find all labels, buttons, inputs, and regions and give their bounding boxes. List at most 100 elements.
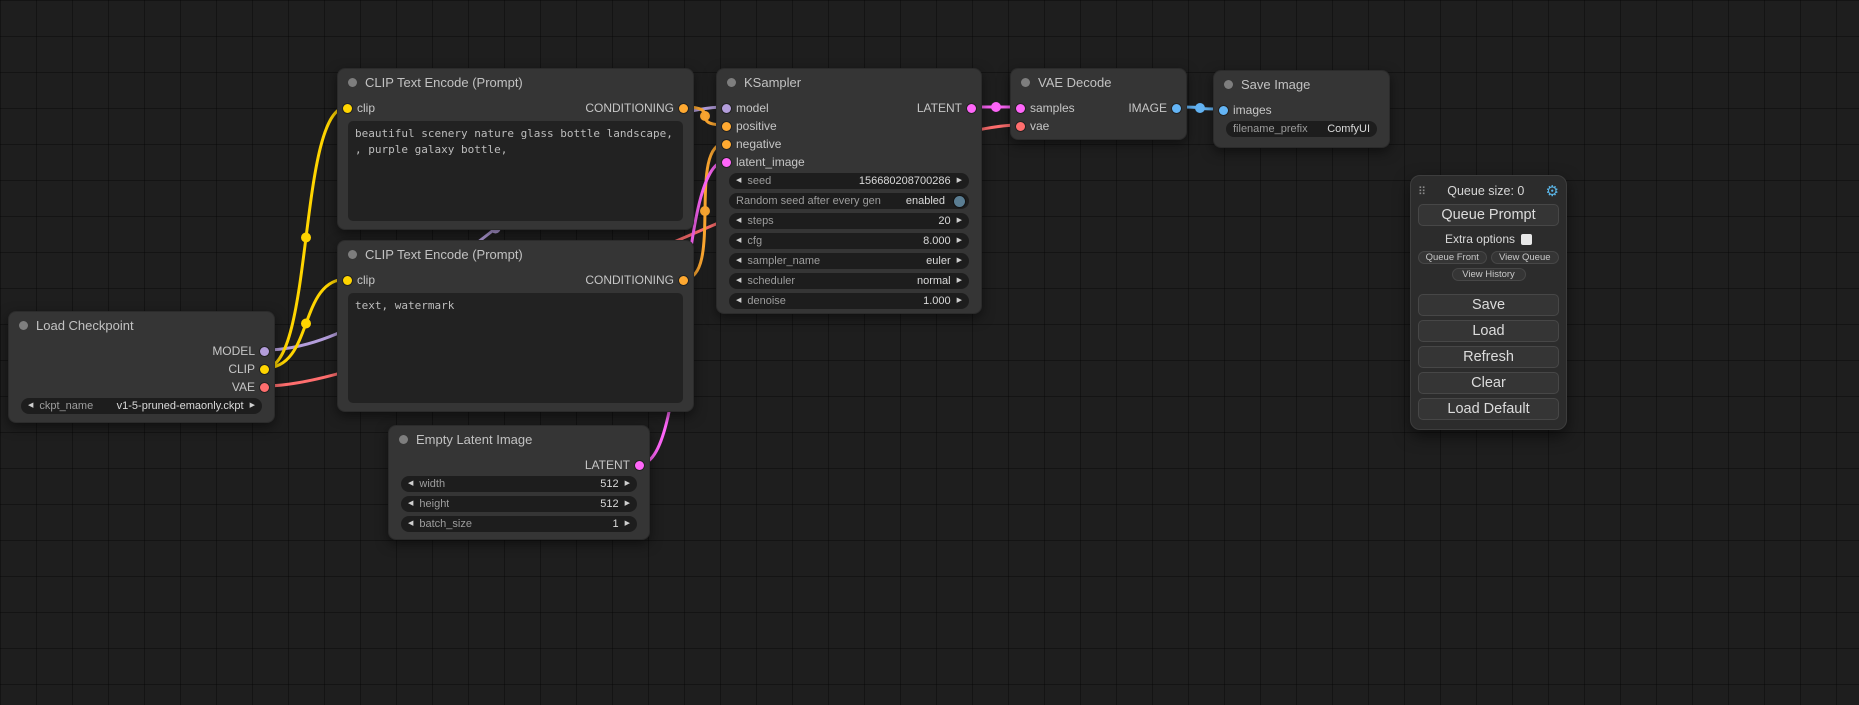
increment-arrow-icon[interactable]: ▶	[957, 273, 962, 289]
decrement-arrow-icon[interactable]: ◀	[736, 273, 741, 289]
decrement-arrow-icon[interactable]: ◀	[736, 293, 741, 309]
input-port-images[interactable]	[1219, 106, 1228, 115]
node-clip_positive: CLIP Text Encode (Prompt) clipCONDITIONIN…	[337, 68, 694, 230]
node-titlebar[interactable]: Empty Latent Image	[389, 426, 649, 452]
decrement-arrow-icon[interactable]: ◀	[408, 516, 413, 532]
increment-arrow-icon[interactable]: ▶	[957, 233, 962, 249]
output-port-MODEL[interactable]	[260, 347, 269, 356]
collapse-dot-icon[interactable]	[348, 78, 357, 87]
load-button[interactable]: Load	[1418, 320, 1559, 342]
node-titlebar[interactable]: VAE Decode	[1011, 69, 1186, 95]
widget-label: height	[419, 498, 449, 510]
widget-sampler_name[interactable]: ◀sampler_nameeuler▶	[729, 253, 969, 269]
input-port-clip[interactable]	[343, 104, 352, 113]
queue-size-label: Queue size: 0	[1426, 184, 1545, 198]
drag-handle-icon[interactable]: ⠿	[1418, 185, 1426, 198]
node-title: KSampler	[744, 75, 801, 90]
node-titlebar[interactable]: Load Checkpoint	[9, 312, 274, 338]
decrement-arrow-icon[interactable]: ◀	[408, 476, 413, 492]
toggle-knob[interactable]	[954, 196, 965, 207]
settings-gear-icon[interactable]: ⚙	[1546, 184, 1559, 199]
extra-options-checkbox[interactable]	[1521, 234, 1532, 245]
prompt-textarea[interactable]: beautiful scenery nature glass bottle la…	[348, 121, 683, 221]
increment-arrow-icon[interactable]: ▶	[957, 213, 962, 229]
increment-arrow-icon[interactable]: ▶	[625, 516, 630, 532]
widget-value: 8.000	[923, 235, 951, 247]
decrement-arrow-icon[interactable]: ◀	[28, 398, 33, 414]
slot-row: clipCONDITIONING	[338, 99, 693, 117]
node-titlebar[interactable]: CLIP Text Encode (Prompt)	[338, 241, 693, 267]
output-port-LATENT[interactable]	[635, 461, 644, 470]
output-port-LATENT[interactable]	[967, 104, 976, 113]
decrement-arrow-icon[interactable]: ◀	[736, 233, 741, 249]
node-titlebar[interactable]: CLIP Text Encode (Prompt)	[338, 69, 693, 95]
slot-row: MODEL	[9, 342, 274, 360]
widget-value: v1-5-pruned-emaonly.ckpt	[117, 400, 244, 412]
widget-value: 20	[938, 215, 950, 227]
node-title: VAE Decode	[1038, 75, 1111, 90]
widget-filename_prefix[interactable]: filename_prefixComfyUI	[1226, 121, 1377, 137]
decrement-arrow-icon[interactable]: ◀	[408, 496, 413, 512]
increment-arrow-icon[interactable]: ▶	[250, 398, 255, 414]
node-titlebar[interactable]: Save Image	[1214, 71, 1389, 97]
view-history-button[interactable]: View History	[1452, 268, 1526, 281]
clear-button[interactable]: Clear	[1418, 372, 1559, 394]
widget-width[interactable]: ◀width512▶	[401, 476, 637, 492]
collapse-dot-icon[interactable]	[727, 78, 736, 87]
prompt-textarea[interactable]: text, watermark	[348, 293, 683, 403]
load-default-button[interactable]: Load Default	[1418, 398, 1559, 420]
input-port-vae[interactable]	[1016, 122, 1025, 131]
decrement-arrow-icon[interactable]: ◀	[736, 253, 741, 269]
link-midpoint-dot	[301, 319, 311, 329]
node-save_image: Save Imageimagesfilename_prefixComfyUI	[1213, 70, 1390, 148]
output-port-VAE[interactable]	[260, 383, 269, 392]
input-port-latent_image[interactable]	[722, 158, 731, 167]
node-title: Save Image	[1241, 77, 1310, 92]
collapse-dot-icon[interactable]	[1224, 80, 1233, 89]
widget-seed[interactable]: ◀seed156680208700286▶	[729, 173, 969, 189]
increment-arrow-icon[interactable]: ▶	[957, 293, 962, 309]
collapse-dot-icon[interactable]	[348, 250, 357, 259]
decrement-arrow-icon[interactable]: ◀	[736, 213, 741, 229]
slot-row: vae	[1011, 117, 1186, 135]
widget-value: 512	[600, 498, 618, 510]
collapse-dot-icon[interactable]	[1021, 78, 1030, 87]
queue-front-button[interactable]: Queue Front	[1418, 251, 1487, 264]
widget-random-seed-after-every-gen[interactable]: Random seed after every genenabled	[729, 193, 969, 209]
output-port-CONDITIONING[interactable]	[679, 104, 688, 113]
refresh-button[interactable]: Refresh	[1418, 346, 1559, 368]
collapse-dot-icon[interactable]	[399, 435, 408, 444]
node-title: CLIP Text Encode (Prompt)	[365, 247, 523, 262]
widget-label: width	[419, 478, 445, 490]
collapse-dot-icon[interactable]	[19, 321, 28, 330]
input-port-positive[interactable]	[722, 122, 731, 131]
output-port-CLIP[interactable]	[260, 365, 269, 374]
node-canvas[interactable]: ⠿ Queue size: 0 ⚙ Queue Prompt Extra opt…	[0, 0, 1859, 705]
widget-batch_size[interactable]: ◀batch_size1▶	[401, 516, 637, 532]
output-port-IMAGE[interactable]	[1172, 104, 1181, 113]
view-queue-button[interactable]: View Queue	[1491, 251, 1560, 264]
widget-ckpt_name[interactable]: ◀ckpt_namev1-5-pruned-emaonly.ckpt▶	[21, 398, 262, 414]
slot-row: CLIP	[9, 360, 274, 378]
increment-arrow-icon[interactable]: ▶	[957, 173, 962, 189]
node-titlebar[interactable]: KSampler	[717, 69, 981, 95]
increment-arrow-icon[interactable]: ▶	[625, 496, 630, 512]
widget-height[interactable]: ◀ height 512 ▶	[401, 496, 637, 512]
input-port-samples[interactable]	[1016, 104, 1025, 113]
queue-prompt-button[interactable]: Queue Prompt	[1418, 204, 1559, 226]
widget-steps[interactable]: ◀steps20▶	[729, 213, 969, 229]
decrement-arrow-icon[interactable]: ◀	[736, 173, 741, 189]
output-port-CONDITIONING[interactable]	[679, 276, 688, 285]
widget-denoise[interactable]: ◀denoise1.000▶	[729, 293, 969, 309]
input-port-negative[interactable]	[722, 140, 731, 149]
queue-panel: ⠿ Queue size: 0 ⚙ Queue Prompt Extra opt…	[1410, 175, 1567, 430]
increment-arrow-icon[interactable]: ▶	[957, 253, 962, 269]
widget-cfg[interactable]: ◀cfg8.000▶	[729, 233, 969, 249]
increment-arrow-icon[interactable]: ▶	[625, 476, 630, 492]
slot-row: modelLATENT	[717, 99, 981, 117]
widget-scheduler[interactable]: ◀schedulernormal▶	[729, 273, 969, 289]
save-button[interactable]: Save	[1418, 294, 1559, 316]
input-port-clip[interactable]	[343, 276, 352, 285]
slot-row: samplesIMAGE	[1011, 99, 1186, 117]
input-port-model[interactable]	[722, 104, 731, 113]
